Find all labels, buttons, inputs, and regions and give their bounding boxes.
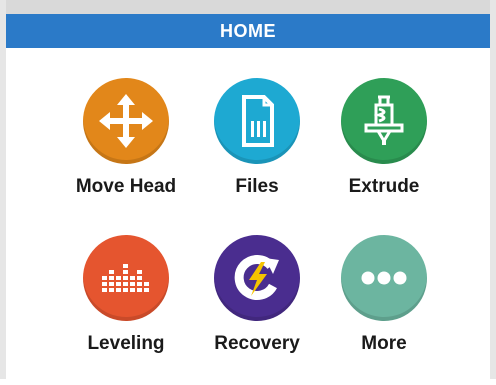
- leveling-button[interactable]: Leveling: [51, 235, 201, 385]
- files-circle: [214, 78, 300, 164]
- extrude-label: Extrude: [348, 176, 420, 197]
- bezel-left: [0, 0, 6, 379]
- move-head-button[interactable]: Move Head: [51, 78, 201, 228]
- move-arrows-icon: [99, 94, 153, 148]
- more-circle: [341, 235, 427, 321]
- title-bar: HOME: [6, 14, 490, 48]
- bezel-right: [490, 0, 496, 379]
- home-screen: HOME Move Head Files Extrude Leveling Re…: [0, 0, 496, 379]
- move-head-circle: [83, 78, 169, 164]
- extruder-icon: [364, 95, 404, 145]
- recovery-circle: [214, 235, 300, 321]
- extrude-button[interactable]: Extrude: [309, 78, 459, 228]
- more-dots-icon: [361, 271, 407, 285]
- leveling-circle: [83, 235, 169, 321]
- page-title: HOME: [220, 20, 276, 41]
- extrude-circle: [341, 78, 427, 164]
- more-button[interactable]: More: [309, 235, 459, 385]
- more-label: More: [361, 333, 407, 354]
- move-head-label: Move Head: [75, 176, 177, 197]
- files-label: Files: [235, 176, 279, 197]
- bezel-top: [0, 0, 496, 14]
- file-icon: [242, 95, 274, 147]
- leveling-label: Leveling: [87, 333, 165, 354]
- recovery-bolt-icon: [234, 255, 279, 300]
- recovery-label: Recovery: [214, 333, 300, 354]
- leveling-bars-icon: [102, 264, 149, 292]
